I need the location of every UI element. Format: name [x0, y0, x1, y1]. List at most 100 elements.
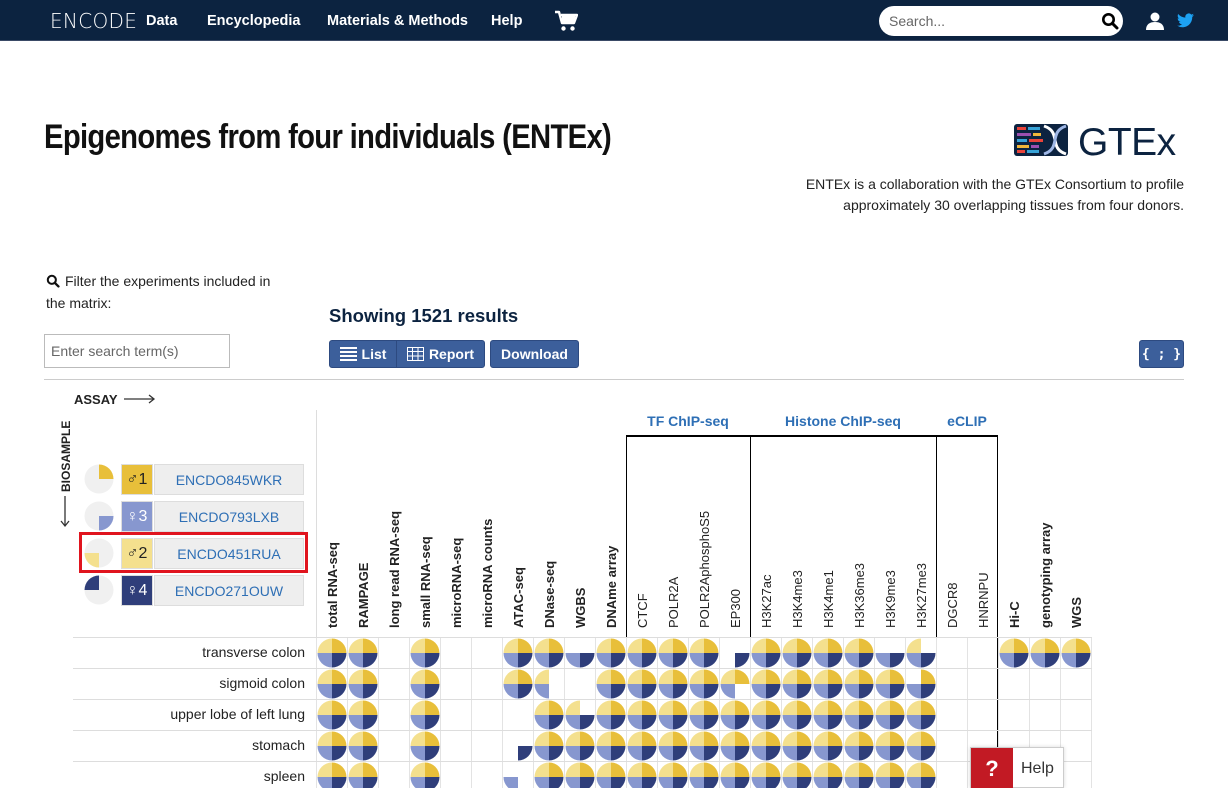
assay-column-header[interactable]: small RNA-seq — [418, 536, 433, 628]
donor-accession-link[interactable]: ENCDO793LXB — [154, 501, 304, 532]
divider — [44, 379, 1184, 380]
group-tf-chip-seq[interactable]: TF ChIP-seq — [626, 413, 750, 429]
download-button[interactable]: Download — [490, 340, 579, 368]
assay-column-header[interactable]: long read RNA-seq — [387, 511, 402, 628]
nav-encyclopedia[interactable]: Encyclopedia — [207, 13, 300, 29]
gtex-dna-logo — [1014, 122, 1074, 163]
group-eclip[interactable]: eCLIP — [936, 413, 998, 429]
grid-line — [440, 637, 441, 788]
help-widget[interactable]: ? Help — [970, 747, 1064, 788]
assay-column-header[interactable]: ATAC-seq — [511, 567, 526, 628]
matrix-cell[interactable] — [751, 762, 781, 788]
matrix-cell[interactable] — [596, 762, 626, 788]
biosample-row-label[interactable]: upper lobe of left lung — [0, 706, 305, 722]
matrix-cell[interactable] — [534, 762, 564, 788]
user-icon[interactable] — [1146, 12, 1164, 35]
assay-column-header[interactable]: DGCR8 — [945, 582, 960, 628]
assay-column-header[interactable]: POLR2A — [666, 577, 681, 628]
biosample-row-label[interactable]: transverse colon — [0, 644, 305, 660]
matrix-cell[interactable] — [627, 762, 657, 788]
matrix-cell[interactable] — [658, 762, 688, 788]
filter-term-input[interactable] — [45, 335, 229, 367]
donor-accession-link[interactable]: ENCDO271OUW — [154, 575, 304, 606]
gtex-logo-text: GTEx — [1078, 121, 1176, 164]
filter-label: Filter the experiments included in the m… — [46, 273, 271, 311]
donor-sex-badge: ♀3 — [121, 501, 153, 532]
table-icon — [406, 347, 424, 361]
assay-column-header[interactable]: microRNA-seq — [449, 538, 464, 628]
grid-line — [936, 637, 937, 788]
json-view-button[interactable]: { ; } — [1139, 340, 1184, 368]
results-count: Showing 1521 results — [329, 305, 519, 326]
assay-column-header[interactable]: microRNA counts — [480, 519, 495, 628]
group-header-bar — [626, 435, 998, 437]
matrix-cell[interactable] — [906, 762, 936, 788]
twitter-icon[interactable] — [1177, 13, 1194, 33]
donor-pie-icon — [84, 575, 114, 610]
assay-column-header[interactable]: genotyping array — [1038, 523, 1053, 628]
biosample-row-label[interactable]: sigmoid colon — [0, 675, 305, 691]
row-divider — [73, 668, 1092, 669]
matrix-cell[interactable] — [875, 762, 905, 788]
assay-column-header[interactable]: H3K36me3 — [852, 563, 867, 628]
matrix-cell[interactable] — [813, 762, 843, 788]
matrix-cell[interactable] — [689, 762, 719, 788]
biosample-label-text: BIOSAMPLE — [59, 421, 73, 492]
page-title: Epigenomes from four individuals (ENTEx) — [44, 118, 612, 156]
site-search — [879, 6, 1123, 36]
donor-accession-link[interactable]: ENCDO845WKR — [154, 464, 304, 495]
list-icon — [339, 347, 357, 361]
encode-logo[interactable]: ENCODE — [50, 9, 137, 33]
assay-column-header[interactable]: RAMPAGE — [356, 563, 371, 628]
matrix-cell[interactable] — [503, 762, 533, 788]
matrix-cell[interactable] — [317, 762, 347, 788]
assay-column-header[interactable]: WGS — [1069, 597, 1084, 628]
question-icon: ? — [971, 748, 1013, 788]
group-histone-chip-seq[interactable]: Histone ChIP-seq — [750, 413, 936, 429]
cart-icon[interactable] — [554, 10, 579, 37]
nav-data[interactable]: Data — [146, 13, 177, 29]
assay-column-header[interactable]: WGBS — [573, 588, 588, 628]
assay-column-header[interactable]: DNAme array — [604, 546, 619, 628]
list-view-button[interactable]: List — [329, 340, 397, 368]
nav-help[interactable]: Help — [491, 13, 522, 29]
assay-column-header[interactable]: H3K9me3 — [883, 570, 898, 628]
matrix-cell[interactable] — [720, 762, 750, 788]
assay-column-header[interactable]: POLR2AphosphoS5 — [697, 511, 712, 628]
grid-line — [378, 637, 379, 788]
matrix-cell[interactable] — [348, 762, 378, 788]
filter-term-field — [44, 334, 230, 368]
site-search-input[interactable] — [889, 11, 1099, 31]
matrix-cell[interactable] — [844, 762, 874, 788]
search-icon[interactable] — [1101, 12, 1119, 35]
selected-donor-highlight — [79, 532, 308, 573]
biosample-row-label[interactable]: stomach — [0, 737, 305, 753]
donor-pie-icon — [84, 501, 114, 536]
entex-description: ENTEx is a collaboration with the GTEx C… — [805, 176, 1184, 213]
assay-column-header[interactable]: total RNA-seq — [325, 542, 340, 628]
search-icon — [46, 274, 60, 288]
assay-column-header[interactable]: HNRNPU — [976, 572, 991, 628]
biosample-row-label[interactable]: spleen — [0, 768, 305, 784]
assay-column-header[interactable]: EP300 — [728, 589, 743, 628]
assay-axis-label: ASSAY — [74, 392, 156, 407]
matrix-cell[interactable] — [782, 762, 812, 788]
donor-pie-icon — [84, 464, 114, 499]
top-navbar: ENCODE Data Encyclopedia Materials & Met… — [0, 0, 1228, 41]
help-widget-label: Help — [1021, 760, 1054, 777]
matrix-cell[interactable] — [410, 762, 440, 788]
grid-line — [1091, 637, 1092, 788]
biosample-axis-label: BIOSAMPLE — [57, 410, 75, 528]
assay-column-header[interactable]: CTCF — [635, 593, 650, 628]
assay-column-header[interactable]: DNase-seq — [542, 561, 557, 628]
arrow-right-icon — [124, 394, 156, 404]
matrix-cell[interactable] — [565, 762, 595, 788]
nav-materials-methods[interactable]: Materials & Methods — [327, 13, 468, 29]
assay-column-header[interactable]: Hi-C — [1007, 601, 1022, 628]
assay-column-header[interactable]: H3K27ac — [759, 575, 774, 628]
assay-column-header[interactable]: H3K4me3 — [790, 570, 805, 628]
grid-line — [471, 637, 472, 788]
assay-column-header[interactable]: H3K4me1 — [821, 570, 836, 628]
report-view-button[interactable]: Report — [396, 340, 485, 368]
assay-column-header[interactable]: H3K27me3 — [914, 563, 929, 628]
